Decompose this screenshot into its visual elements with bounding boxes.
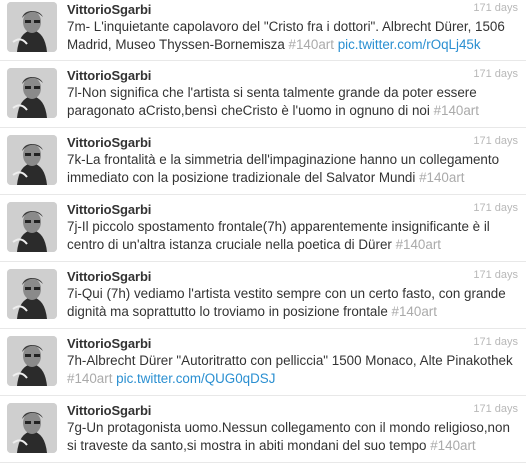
tweet-timestamp[interactable]: 171 days: [473, 202, 518, 214]
tweet-username[interactable]: VittorioSgarbi: [67, 135, 151, 150]
hashtag-link[interactable]: #140art: [396, 237, 441, 252]
tweet-item[interactable]: VittorioSgarbi 171 days 7h-Albrecht Düre…: [0, 329, 526, 396]
avatar[interactable]: [7, 403, 57, 453]
avatar[interactable]: [7, 202, 57, 252]
avatar[interactable]: [7, 269, 57, 319]
tweet-text: 7g-Un protagonista uomo.Nessun collegame…: [67, 419, 516, 455]
tweet-item[interactable]: VittorioSgarbi 171 days 7j-Il piccolo sp…: [0, 195, 526, 262]
media-link[interactable]: pic.twitter.com/QUG0qDSJ: [116, 371, 275, 386]
tweet-timestamp[interactable]: 171 days: [473, 68, 518, 80]
tweet-username[interactable]: VittorioSgarbi: [67, 2, 151, 17]
avatar[interactable]: [7, 336, 57, 386]
tweet-username[interactable]: VittorioSgarbi: [67, 68, 151, 83]
hashtag-link[interactable]: #140art: [419, 170, 464, 185]
tweet-timestamp[interactable]: 171 days: [473, 336, 518, 348]
tweet-timestamp[interactable]: 171 days: [473, 135, 518, 147]
hashtag-link[interactable]: #140art: [67, 371, 112, 386]
tweet-text: 7h-Albrecht Dürer "Autoritratto con pell…: [67, 352, 516, 388]
hashtag-link[interactable]: #140art: [289, 37, 334, 52]
tweet-timestamp[interactable]: 171 days: [473, 2, 518, 14]
tweet-text: 7m- L'inquietante capolavoro del "Cristo…: [67, 18, 516, 54]
hashtag-link[interactable]: #140art: [392, 304, 437, 319]
tweet-text: 7k-La frontalità e la simmetria dell'imp…: [67, 151, 516, 187]
tweet-text: 7j-Il piccolo spostamento frontale(7h) a…: [67, 218, 516, 254]
tweet-body: 7h-Albrecht Dürer "Autoritratto con pell…: [67, 353, 513, 368]
tweet-body: 7i-Qui (7h) vediamo l'artista vestito se…: [67, 286, 506, 319]
tweet-username[interactable]: VittorioSgarbi: [67, 202, 151, 217]
media-link[interactable]: pic.twitter.com/rOqLj45k: [338, 37, 481, 52]
hashtag-link[interactable]: #140art: [434, 103, 479, 118]
tweet-username[interactable]: VittorioSgarbi: [67, 269, 151, 284]
tweet-item[interactable]: VittorioSgarbi 171 days 7i-Qui (7h) vedi…: [0, 262, 526, 329]
avatar[interactable]: [7, 68, 57, 118]
avatar[interactable]: [7, 135, 57, 185]
avatar[interactable]: [7, 2, 57, 52]
tweet-item[interactable]: VittorioSgarbi 171 days 7k-La frontalità…: [0, 128, 526, 195]
tweet-text: 7l-Non significa che l'artista si senta …: [67, 84, 516, 120]
tweet-body: 7l-Non significa che l'artista si senta …: [67, 85, 477, 118]
tweet-text: 7i-Qui (7h) vediamo l'artista vestito se…: [67, 285, 516, 321]
tweet-timeline: VittorioSgarbi 171 days 7m- L'inquietant…: [0, 0, 526, 463]
hashtag-link[interactable]: #140art: [430, 438, 475, 453]
tweet-username[interactable]: VittorioSgarbi: [67, 336, 151, 351]
tweet-timestamp[interactable]: 171 days: [473, 403, 518, 415]
tweet-username[interactable]: VittorioSgarbi: [67, 403, 151, 418]
tweet-item[interactable]: VittorioSgarbi 171 days 7g-Un protagonis…: [0, 396, 526, 463]
tweet-timestamp[interactable]: 171 days: [473, 269, 518, 281]
tweet-item[interactable]: VittorioSgarbi 171 days 7l-Non significa…: [0, 61, 526, 128]
tweet-item[interactable]: VittorioSgarbi 171 days 7m- L'inquietant…: [0, 0, 526, 61]
